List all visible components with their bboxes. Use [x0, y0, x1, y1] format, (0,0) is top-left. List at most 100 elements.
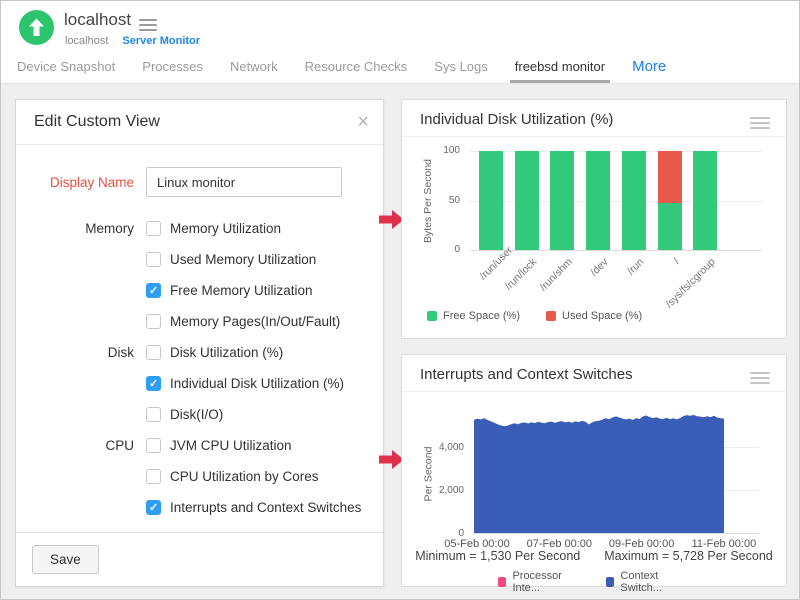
group-label-disk: Disk	[16, 345, 146, 360]
bar--run	[622, 151, 646, 250]
option-row: CPU Utilization by Cores	[16, 461, 383, 492]
option-label: Free Memory Utilization	[170, 283, 313, 298]
maximum-stat: Maximum = 5,728 Per Second	[604, 549, 773, 563]
tab-processes[interactable]: Processes	[142, 53, 203, 83]
interrupts-stats: Minimum = 1,530 Per Second Maximum = 5,7…	[402, 549, 786, 563]
option-label: CPU Utilization by Cores	[170, 469, 319, 484]
minimum-stat: Minimum = 1,530 Per Second	[415, 549, 580, 563]
y-tick-label: 2,000	[430, 485, 464, 496]
display-name-row: Display Name	[16, 167, 383, 197]
option-label: Individual Disk Utilization (%)	[170, 376, 344, 391]
chart-menu-icon[interactable]	[750, 369, 770, 387]
legend-label: Processor Inte...	[512, 570, 580, 594]
legend-item-processor-inte-[interactable]: Processor Inte...	[498, 570, 580, 594]
server-monitor-link[interactable]: Server Monitor	[122, 35, 200, 47]
disk-legend: Free Space (%) Used Space (%)	[427, 310, 642, 322]
tab-device-snapshot[interactable]: Device Snapshot	[17, 53, 115, 83]
disk-chart-title: Individual Disk Utilization (%)	[420, 111, 613, 128]
option-label: JVM CPU Utilization	[170, 438, 292, 453]
edit-custom-view-modal: Edit Custom View × Display Name MemoryMe…	[15, 99, 384, 587]
checkbox-used-memory-utilization[interactable]	[146, 252, 161, 267]
bar--dev	[586, 151, 610, 250]
disk-utilization-card: Individual Disk Utilization (%) Bytes Pe…	[401, 99, 787, 339]
checkbox-disk-utilization-[interactable]	[146, 345, 161, 360]
checkbox-cpu-utilization-by-cores[interactable]	[146, 469, 161, 484]
tab-more[interactable]: More	[632, 53, 666, 83]
group-label-memory: Memory	[16, 221, 146, 236]
gridline	[470, 250, 762, 251]
modal-footer: Save	[16, 532, 383, 586]
content-area: Edit Custom View × Display Name MemoryMe…	[1, 83, 799, 600]
interrupts-card: Interrupts and Context Switches Per Seco…	[401, 354, 787, 587]
app-window: localhost localhost Server Monitor Device…	[0, 0, 800, 600]
option-groups: Memory Memory Utilization Used Memory Util…	[16, 213, 383, 523]
y-tick-label: 50	[426, 195, 460, 206]
option-label: Interrupts and Context Switches	[170, 500, 361, 515]
checkbox-disk-i-o-[interactable]	[146, 407, 161, 422]
status-up-icon	[19, 10, 54, 45]
tab-freebsd-monitor[interactable]: freebsd monitor	[515, 53, 605, 83]
page-title: localhost	[64, 10, 131, 30]
checkbox-free-memory-utilization[interactable]	[146, 283, 161, 298]
option-row: CPU JVM CPU Utilization	[16, 430, 383, 461]
disk-card-header: Individual Disk Utilization (%)	[402, 100, 786, 137]
interrupts-area-plot	[474, 408, 724, 533]
option-label: Memory Utilization	[170, 221, 281, 236]
chart-menu-icon[interactable]	[750, 114, 770, 132]
option-label: Disk Utilization (%)	[170, 345, 283, 360]
legend-label: Context Switch...	[620, 570, 690, 594]
group-label-cpu: CPU	[16, 438, 146, 453]
modal-title: Edit Custom View	[34, 113, 160, 131]
disk-x-tick-labels: /run/user/run/lock/run/shm/dev/run//sys/…	[470, 254, 770, 312]
close-icon[interactable]: ×	[357, 110, 369, 134]
y-tick-label: 4,000	[430, 442, 464, 453]
display-name-input[interactable]	[146, 167, 342, 197]
bar--run-shm	[550, 151, 574, 250]
tab-bar: Device Snapshot Processes Network Resource …	[1, 53, 799, 83]
legend-label: Free Space (%)	[443, 310, 520, 322]
legend-item-used-space-[interactable]: Used Space (%)	[546, 310, 642, 322]
y-tick-label: 0	[426, 244, 460, 255]
checkbox-memory-pages-in-out-fault-[interactable]	[146, 314, 161, 329]
x-tick-label: /run/user	[477, 256, 503, 282]
interrupts-card-header: Interrupts and Context Switches	[402, 355, 786, 392]
tab-network[interactable]: Network	[230, 53, 278, 83]
option-row: Individual Disk Utilization (%)	[16, 368, 383, 399]
breadcrumb-host: localhost	[65, 35, 108, 47]
legend-swatch	[427, 311, 437, 321]
checkbox-individual-disk-utilization-[interactable]	[146, 376, 161, 391]
legend-swatch	[546, 311, 556, 321]
option-row: Interrupts and Context Switches	[16, 492, 383, 523]
legend-swatch	[498, 577, 506, 587]
option-label: Used Memory Utilization	[170, 252, 316, 267]
checkbox-interrupts-and-context-switches[interactable]	[146, 500, 161, 515]
option-row: Used Memory Utilization	[16, 244, 383, 275]
checkbox-memory-utilization[interactable]	[146, 221, 161, 236]
legend-item-free-space-[interactable]: Free Space (%)	[427, 310, 520, 322]
gridline	[474, 533, 759, 534]
header-menu-icon[interactable]	[139, 16, 157, 34]
bar--run-lock	[515, 151, 539, 250]
tab-sys-logs[interactable]: Sys Logs	[434, 53, 487, 83]
legend-label: Used Space (%)	[562, 310, 642, 322]
option-row: Free Memory Utilization	[16, 275, 383, 306]
save-button[interactable]: Save	[32, 545, 99, 574]
option-row: Memory Pages(In/Out/Fault)	[16, 306, 383, 337]
breadcrumb: localhost Server Monitor	[65, 35, 200, 47]
y-tick-label: 100	[426, 145, 460, 156]
legend-swatch	[606, 577, 614, 587]
option-row: Disk Disk Utilization (%)	[16, 337, 383, 368]
bar--	[658, 151, 682, 250]
option-row: Memory Memory Utilization	[16, 213, 383, 244]
legend-item-context-switch-[interactable]: Context Switch...	[606, 570, 690, 594]
checkbox-jvm-cpu-utilization[interactable]	[146, 438, 161, 453]
modal-header: Edit Custom View ×	[16, 100, 383, 145]
option-label: Memory Pages(In/Out/Fault)	[170, 314, 340, 329]
option-label: Disk(I/O)	[170, 407, 223, 422]
bar--sys-fs-cgroup	[693, 151, 717, 250]
interrupts-legend: Processor Inte... Context Switch...	[498, 570, 690, 594]
option-row: Disk(I/O)	[16, 399, 383, 430]
display-name-label: Display Name	[16, 175, 146, 190]
monitor-header: localhost localhost Server Monitor	[1, 1, 799, 53]
tab-resource-checks[interactable]: Resource Checks	[305, 53, 408, 83]
